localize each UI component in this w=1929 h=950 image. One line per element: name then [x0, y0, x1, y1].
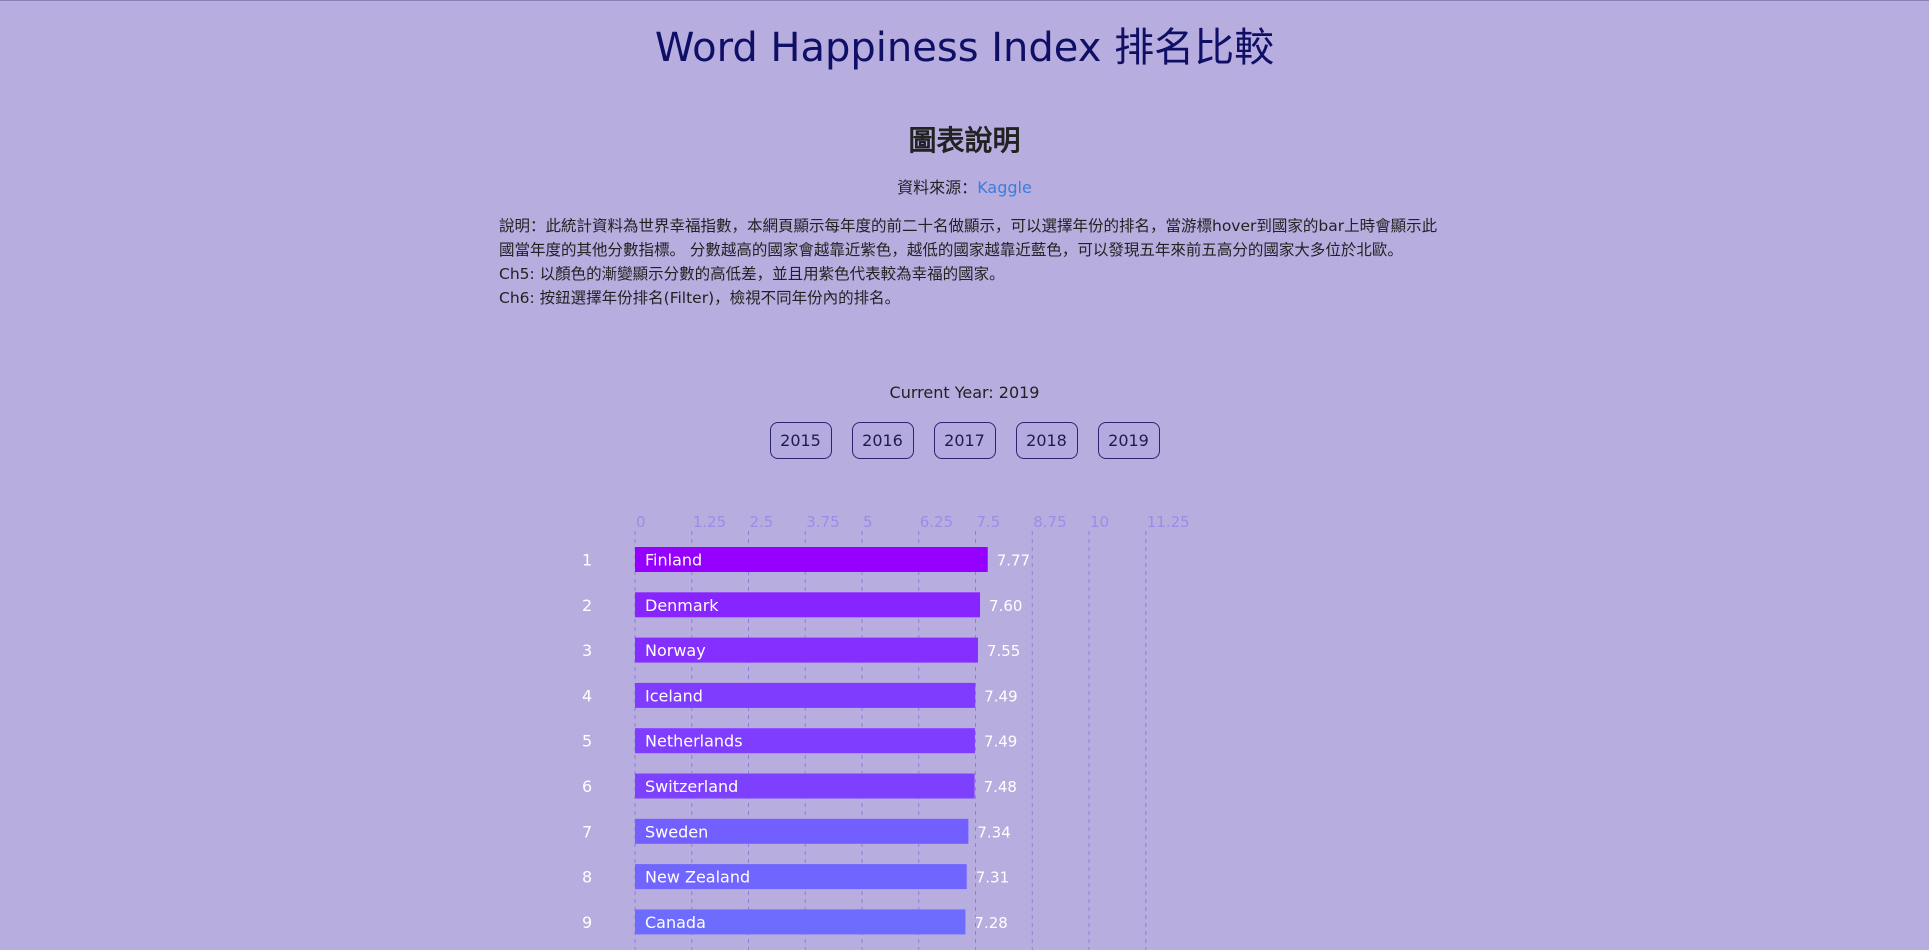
x-tick-label: 8.75 [1033, 513, 1066, 531]
page-title: Word Happiness Index 排名比較 [654, 25, 1275, 71]
year-button-2016[interactable]: 2016 [851, 422, 914, 459]
current-year-label: Current Year: 2019 [889, 383, 1040, 402]
x-tick-label: 0 [636, 513, 646, 531]
description-ch6: Ch6: 按鈕選擇年份排名(Filter)，檢視不同年份內的排名。 [499, 289, 901, 307]
year-filter: 2015 2016 2017 2018 2019 [0, 422, 1929, 459]
bar-value-label: 7.34 [977, 823, 1010, 841]
bar-value-label: 7.48 [984, 778, 1017, 796]
x-tick-label: 11.25 [1147, 513, 1190, 531]
rank-label: 7 [582, 822, 592, 841]
x-tick-label: 6.25 [920, 513, 953, 531]
rank-label: 4 [582, 686, 592, 705]
happiness-bar-chart: 0 1.25 2.5 3.75 5 6.25 7.5 8.75 10 11.25 1 Finland 7… [582, 513, 1190, 950]
bar-country-label: Iceland [645, 686, 703, 705]
bar-country-label: Netherlands [645, 732, 743, 751]
x-tick-label: 2.5 [750, 513, 774, 531]
bar-value-label: 7.60 [989, 597, 1022, 615]
x-tick-label: 7.5 [977, 513, 1001, 531]
bar-value-label: 7.28 [974, 914, 1007, 932]
bar-country-label: Sweden [645, 822, 708, 841]
rank-label: 6 [582, 777, 592, 796]
year-button-2019[interactable]: 2019 [1097, 422, 1160, 459]
x-tick-label: 1.25 [693, 513, 726, 531]
x-tick-label: 3.75 [806, 513, 839, 531]
page: Word Happiness Index 排名比較 圖表說明 資料來源：Kagg… [0, 0, 1929, 950]
year-button-2015[interactable]: 2015 [769, 422, 832, 459]
rank-label: 1 [582, 551, 592, 570]
source-prefix: 資料來源： [897, 178, 978, 197]
year-button-2017[interactable]: 2017 [933, 422, 996, 459]
bar-country-label: New Zealand [645, 868, 750, 887]
description-paragraph: 說明：此統計資料為世界幸福指數，本網頁顯示每年度的前二十名做顯示，可以選擇年份的… [499, 217, 1438, 259]
description: 說明：此統計資料為世界幸福指數，本網頁顯示每年度的前二十名做顯示，可以選擇年份的… [499, 214, 1439, 310]
x-tick-label: 10 [1090, 513, 1109, 531]
description-ch5: Ch5: 以顏色的漸變顯示分數的高低差，並且用紫色代表較為幸福的國家。 [499, 265, 1005, 283]
bar-value-label: 7.31 [976, 869, 1009, 887]
year-button-2018[interactable]: 2018 [1015, 422, 1078, 459]
bar-country-label: Denmark [645, 596, 719, 615]
source-line: 資料來源：Kaggle [0, 174, 1929, 198]
bar-country-label: Canada [645, 913, 706, 932]
rank-label: 5 [582, 732, 592, 751]
bar-value-label: 7.77 [997, 552, 1030, 570]
bar-value-label: 7.49 [984, 733, 1017, 751]
bar-country-label: Norway [645, 641, 706, 660]
bar-value-label: 7.49 [984, 687, 1017, 705]
section-title: 圖表說明 [908, 124, 1021, 157]
rank-label: 9 [582, 913, 592, 932]
rank-label: 3 [582, 641, 592, 660]
bar-country-label: Finland [645, 551, 702, 570]
x-tick-label: 5 [863, 513, 873, 531]
bar-country-label: Switzerland [645, 777, 738, 796]
kaggle-link[interactable]: Kaggle [977, 178, 1032, 197]
bar-value-label: 7.55 [987, 642, 1020, 660]
rank-label: 8 [582, 868, 592, 887]
rank-label: 2 [582, 596, 592, 615]
